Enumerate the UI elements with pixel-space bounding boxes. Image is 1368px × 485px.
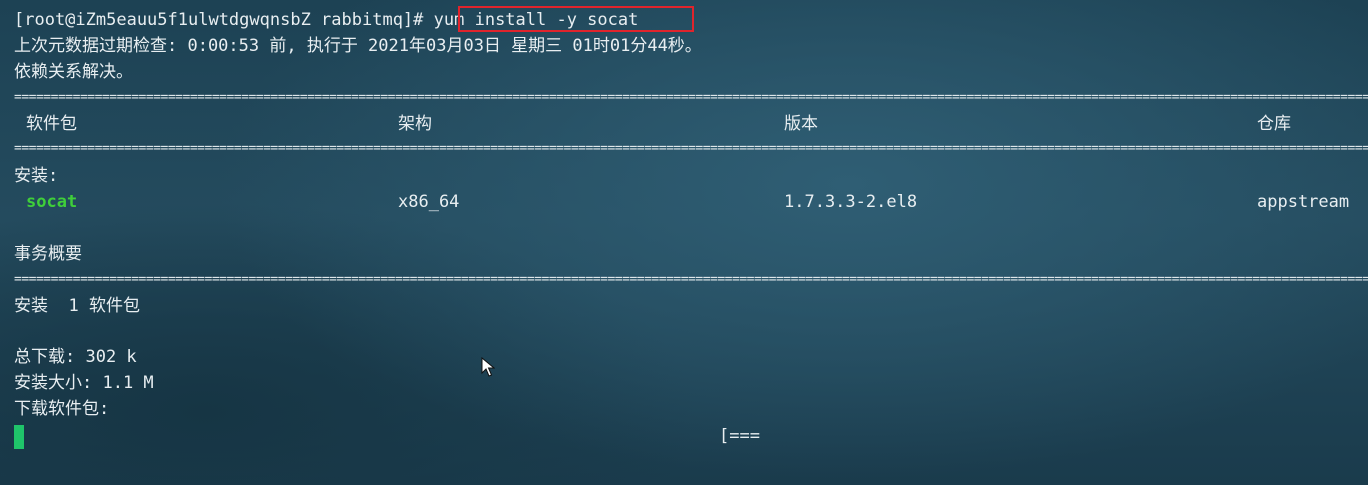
- command-highlight-box: [458, 6, 694, 32]
- column-header-repo: 仓库: [1257, 114, 1291, 134]
- column-header-arch: 架构: [398, 114, 432, 134]
- column-header-package: 软件包: [26, 114, 77, 134]
- download-progress-bar: [===: [719, 426, 760, 446]
- metadata-check-line: 上次元数据过期检查: 0:00:53 前, 执行于 2021年03月03日 星期…: [14, 36, 702, 56]
- install-count-line: 安装 1 软件包: [14, 296, 140, 316]
- separator-line: ========================================…: [14, 91, 1368, 105]
- transaction-summary-title: 事务概要: [14, 244, 82, 264]
- total-download-line: 总下载: 302 k: [14, 347, 137, 367]
- column-header-version: 版本: [784, 114, 818, 134]
- separator-line: ========================================…: [14, 273, 1368, 287]
- install-size-line: 安装大小: 1.1 M: [14, 373, 154, 393]
- downloading-line: 下载软件包:: [14, 399, 110, 419]
- deps-resolved-line: 依赖关系解决。: [14, 62, 133, 82]
- shell-prompt: [root@iZm5eauu5f1ulwtdgwqnsbZ rabbitmq]#: [14, 10, 424, 30]
- table-row-package: socat: [26, 192, 78, 212]
- mouse-pointer-icon: [481, 357, 495, 377]
- table-row-version: 1.7.3.3-2.el8: [784, 192, 918, 212]
- separator-line: ========================================…: [14, 142, 1368, 156]
- terminal-window[interactable]: [root@iZm5eauu5f1ulwtdgwqnsbZ rabbitmq]#…: [0, 0, 1368, 485]
- install-section-label: 安装:: [14, 166, 59, 186]
- terminal-cursor: [14, 425, 24, 449]
- table-row-repo: appstream: [1257, 192, 1350, 212]
- table-row-arch: x86_64: [398, 192, 460, 212]
